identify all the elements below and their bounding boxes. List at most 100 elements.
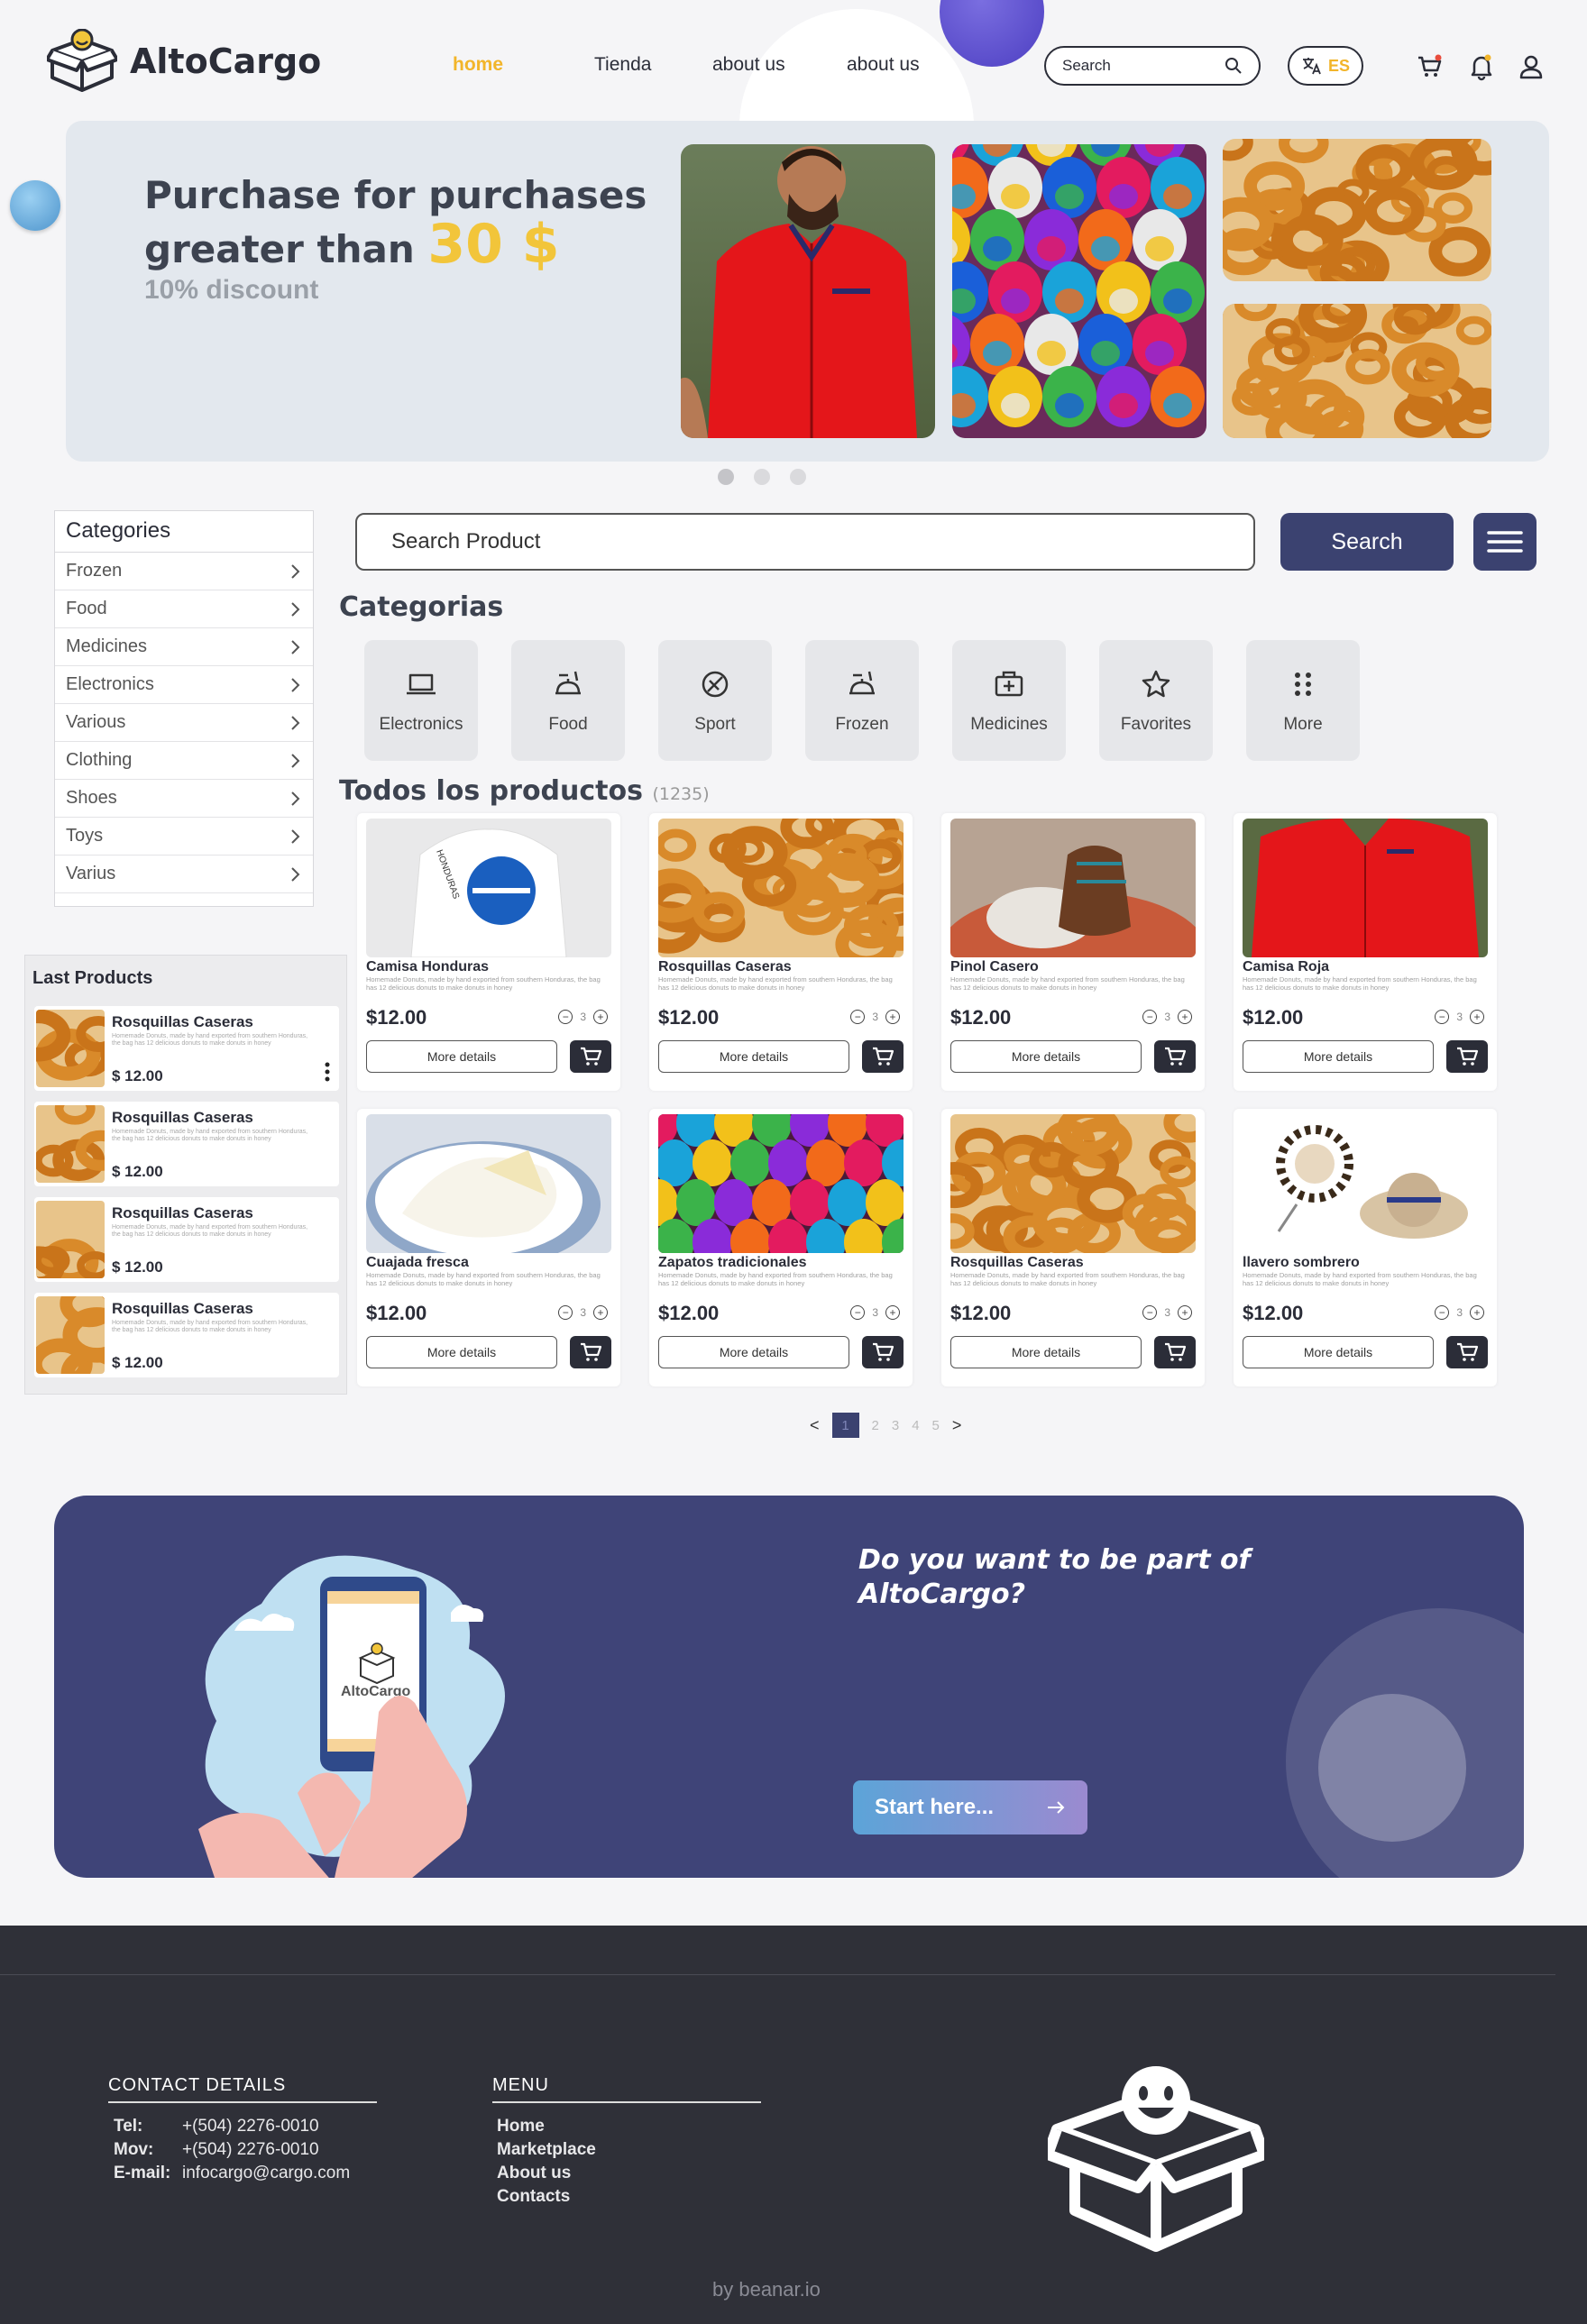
category-item-electronics[interactable]: Electronics bbox=[55, 666, 313, 704]
add-to-cart-button[interactable] bbox=[570, 1040, 611, 1073]
minus-icon[interactable]: − bbox=[1142, 1010, 1158, 1024]
last-product-item[interactable]: Rosquillas Caseras Homemade Donuts, made … bbox=[34, 1006, 339, 1091]
product-card-camisa-honduras[interactable]: HONDURAS Camisa Honduras Homemade Donuts, … bbox=[357, 813, 620, 1091]
category-tile-electronics[interactable]: Electronics bbox=[364, 640, 478, 761]
language-switch[interactable]: ES bbox=[1288, 46, 1363, 86]
banner-circle-small bbox=[1318, 1694, 1466, 1842]
email-value[interactable]: infocargo@cargo.com bbox=[182, 2164, 350, 2182]
footer-link-contacts[interactable]: Contacts bbox=[497, 2185, 596, 2209]
more-details-button[interactable]: More details bbox=[658, 1336, 849, 1368]
product-card-llavero-sombrero[interactable]: llavero sombrero Homemade Donuts, made by… bbox=[1234, 1109, 1497, 1386]
footer-link-about[interactable]: About us bbox=[497, 2162, 596, 2185]
product-image[interactable] bbox=[1243, 819, 1488, 957]
category-item-frozen[interactable]: Frozen bbox=[55, 553, 313, 590]
footer-link-home[interactable]: Home bbox=[497, 2115, 596, 2138]
add-to-cart-button[interactable] bbox=[1446, 1336, 1488, 1368]
product-card-zapatos-tradicionales[interactable]: Zapatos tradicionales Homemade Donuts, ma… bbox=[649, 1109, 913, 1386]
product-search-button[interactable]: Search bbox=[1280, 513, 1454, 571]
last-product-item[interactable]: Rosquillas Caseras Homemade Donuts, made … bbox=[34, 1293, 339, 1377]
start-here-button[interactable]: Start here... bbox=[853, 1780, 1087, 1834]
add-to-cart-button[interactable] bbox=[1154, 1336, 1196, 1368]
footer-link-marketplace[interactable]: Marketplace bbox=[497, 2138, 596, 2162]
page-5-button[interactable]: 5 bbox=[932, 1418, 940, 1433]
page-1-button[interactable]: 1 bbox=[831, 1413, 859, 1438]
last-product-item[interactable]: Rosquillas Caseras Homemade Donuts, made … bbox=[34, 1102, 339, 1186]
plus-icon[interactable]: + bbox=[885, 1305, 900, 1320]
minus-icon[interactable]: − bbox=[558, 1010, 573, 1024]
category-tile-frozen[interactable]: Frozen bbox=[805, 640, 919, 761]
more-details-button[interactable]: More details bbox=[366, 1336, 557, 1368]
category-tile-favorites[interactable]: Favorites bbox=[1099, 640, 1213, 761]
nav-about-us[interactable]: about us bbox=[712, 54, 785, 76]
last-product-item[interactable]: Rosquillas Caseras Homemade Donuts, made … bbox=[34, 1197, 339, 1282]
minus-icon[interactable]: − bbox=[850, 1010, 866, 1024]
product-image[interactable] bbox=[658, 1114, 904, 1253]
more-details-button[interactable]: More details bbox=[1243, 1336, 1434, 1368]
page-3-button[interactable]: 3 bbox=[892, 1418, 899, 1433]
category-tile-food[interactable]: Food bbox=[511, 640, 625, 761]
minus-icon[interactable]: − bbox=[558, 1305, 573, 1320]
nav-about-us-2[interactable]: about us bbox=[847, 54, 920, 76]
plus-icon[interactable]: + bbox=[593, 1305, 608, 1320]
category-item-clothing[interactable]: Clothing bbox=[55, 742, 313, 780]
carousel-dot-3[interactable] bbox=[790, 469, 806, 485]
product-card-rosquillas-caseras[interactable]: Rosquillas Caseras Homemade Donuts, made … bbox=[649, 813, 913, 1091]
more-details-button[interactable]: More details bbox=[1243, 1040, 1434, 1073]
nav-tienda[interactable]: Tienda bbox=[594, 54, 651, 76]
category-item-varius[interactable]: Varius bbox=[55, 855, 313, 893]
category-item-toys[interactable]: Toys bbox=[55, 818, 313, 855]
product-card-camisa-roja[interactable]: Camisa Roja Homemade Donuts, made by hand… bbox=[1234, 813, 1497, 1091]
plus-icon[interactable]: + bbox=[593, 1010, 608, 1024]
plus-icon[interactable]: + bbox=[1178, 1305, 1192, 1320]
menu-button[interactable] bbox=[1473, 513, 1537, 571]
category-tile-sport[interactable]: Sport bbox=[658, 640, 772, 761]
plus-icon[interactable]: + bbox=[885, 1010, 900, 1024]
more-details-button[interactable]: More details bbox=[658, 1040, 849, 1073]
minus-icon[interactable]: − bbox=[1435, 1305, 1450, 1320]
page-next-button[interactable]: > bbox=[952, 1416, 962, 1435]
plus-icon[interactable]: + bbox=[1178, 1010, 1192, 1024]
minus-icon[interactable]: − bbox=[1435, 1010, 1450, 1024]
carousel-dot-2[interactable] bbox=[754, 469, 770, 485]
category-item-medicines[interactable]: Medicines bbox=[55, 628, 313, 666]
category-tile-medicines[interactable]: Medicines bbox=[952, 640, 1066, 761]
product-card-rosquillas-caseras-2[interactable]: Rosquillas Caseras Homemade Donuts, made … bbox=[941, 1109, 1205, 1386]
product-image[interactable] bbox=[658, 819, 904, 957]
minus-icon[interactable]: − bbox=[850, 1305, 866, 1320]
product-image[interactable] bbox=[950, 819, 1196, 957]
user-icon[interactable] bbox=[1517, 52, 1546, 81]
product-search-input[interactable]: Search Product bbox=[355, 513, 1255, 571]
page-4-button[interactable]: 4 bbox=[912, 1418, 919, 1433]
page-2-button[interactable]: 2 bbox=[872, 1418, 879, 1433]
product-image[interactable] bbox=[950, 1114, 1196, 1253]
category-tile-more[interactable]: More bbox=[1246, 640, 1360, 761]
add-to-cart-button[interactable] bbox=[1154, 1040, 1196, 1073]
product-image[interactable] bbox=[366, 1114, 611, 1253]
nav-home[interactable]: home bbox=[453, 54, 503, 76]
product-card-cuajada-fresca[interactable]: Cuajada fresca Homemade Donuts, made by h… bbox=[357, 1109, 620, 1386]
brand-logo[interactable]: AltoCargo bbox=[47, 29, 321, 94]
plus-icon[interactable]: + bbox=[1470, 1305, 1484, 1320]
product-image[interactable] bbox=[1243, 1114, 1488, 1253]
header-search-input[interactable]: Search bbox=[1044, 46, 1261, 86]
category-item-food[interactable]: Food bbox=[55, 590, 313, 628]
add-to-cart-button[interactable] bbox=[1446, 1040, 1488, 1073]
kebab-menu-icon[interactable] bbox=[325, 1062, 330, 1082]
more-details-button[interactable]: More details bbox=[950, 1336, 1142, 1368]
category-item-various[interactable]: Various bbox=[55, 704, 313, 742]
add-to-cart-button[interactable] bbox=[862, 1336, 904, 1368]
carousel-dot-1[interactable] bbox=[718, 469, 734, 485]
add-to-cart-button[interactable] bbox=[862, 1040, 904, 1073]
search-icon[interactable] bbox=[1225, 57, 1243, 75]
more-details-button[interactable]: More details bbox=[366, 1040, 557, 1073]
add-to-cart-button[interactable] bbox=[570, 1336, 611, 1368]
category-item-shoes[interactable]: Shoes bbox=[55, 780, 313, 818]
more-details-button[interactable]: More details bbox=[950, 1040, 1142, 1073]
page-prev-button[interactable]: < bbox=[810, 1416, 820, 1435]
bell-icon[interactable] bbox=[1467, 52, 1496, 81]
product-card-pinol-casero[interactable]: Pinol Casero Homemade Donuts, made by han… bbox=[941, 813, 1205, 1091]
minus-icon[interactable]: − bbox=[1142, 1305, 1158, 1320]
cart-icon[interactable] bbox=[1416, 52, 1445, 81]
plus-icon[interactable]: + bbox=[1470, 1010, 1484, 1024]
product-image[interactable]: HONDURAS bbox=[366, 819, 611, 957]
